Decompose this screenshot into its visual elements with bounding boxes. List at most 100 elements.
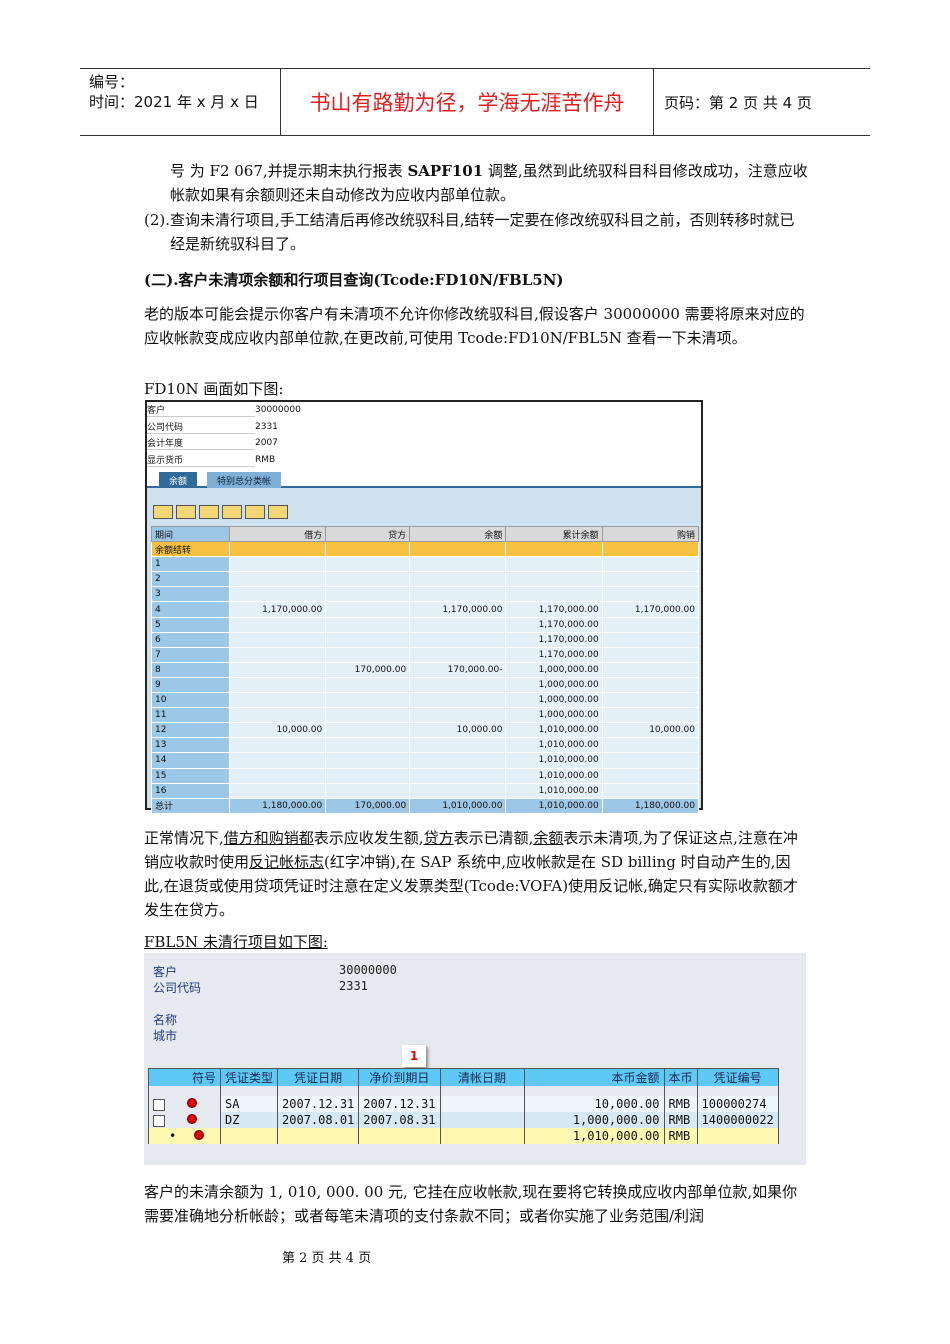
cell: 7 [151, 646, 230, 663]
column-header: 余额 [409, 525, 507, 543]
cell: 12 [151, 722, 230, 739]
find-icon[interactable] [176, 505, 196, 519]
table-row[interactable]: 4 1,170,000.00 1,170,000.00 1,170,000.00 1,1… [151, 601, 700, 618]
cell [228, 556, 327, 573]
export-icon[interactable] [199, 505, 219, 519]
chart-icon[interactable] [245, 505, 265, 519]
row-checkbox[interactable] [153, 1098, 165, 1111]
cell: 1,170,000.00 [505, 646, 603, 663]
cell [325, 692, 411, 709]
cell: RMB [663, 1112, 698, 1128]
field-row: 显示货币 RMB [147, 452, 275, 468]
table-row[interactable]: 9 1,000,000.00 [151, 676, 700, 694]
cell: 1,170,000.00 [505, 616, 603, 633]
cell [439, 1096, 525, 1112]
cell: 170,000.00 [325, 661, 411, 678]
cell [277, 1128, 360, 1144]
cell: 3 [151, 586, 230, 603]
table-row[interactable]: 10 1,000,000.00 [151, 692, 700, 709]
layout-icon[interactable] [222, 505, 242, 519]
cell [409, 782, 507, 799]
cell [325, 631, 411, 648]
cell [228, 586, 327, 603]
cell [325, 556, 411, 573]
cell: 170,000.00 [325, 797, 411, 814]
cell: 13 [151, 737, 230, 754]
field-label: 公司代码 [147, 420, 255, 434]
cell: 5 [151, 616, 230, 633]
tab-0[interactable]: 余额 [159, 472, 198, 488]
cell [228, 661, 327, 678]
toolbar [153, 505, 288, 519]
paragraph: 客户的未清余额为 1, 010, 000. 00 元, 它挂在应收帐款,现在要将… [144, 1183, 798, 1225]
table-row[interactable]: 11 1,000,000.00 [151, 707, 700, 724]
cell: 8 [151, 661, 230, 678]
red-status-icon [187, 1098, 197, 1108]
cell [409, 541, 507, 558]
field-value: 2331 [255, 421, 278, 432]
table-row[interactable]: 14 1,010,000.00 [151, 752, 700, 769]
column-header: 清帐日期 [439, 1068, 525, 1086]
page-header: 编号： 时间：2021 年 x 月 x 日 书山有路勤为径，学海无涯苦作舟 页码：… [80, 68, 870, 136]
cell [601, 782, 700, 799]
label: 名称 [153, 1013, 178, 1027]
column-header: 贷方 [325, 525, 411, 543]
table-row[interactable]: SA 2007.12.31 2007.12.31 10,000.00 RMB 100000… [148, 1096, 779, 1112]
cell [409, 737, 507, 754]
table-row[interactable]: DZ 2007.08.01 2007.08.31 1,000,000.00 RMB 140… [148, 1112, 779, 1128]
cell [228, 782, 327, 799]
motto: 书山有路勤为径，学海无涯苦作舟 [281, 69, 654, 135]
cell [228, 631, 327, 648]
cell: 10,000.00 [523, 1096, 665, 1112]
cell: 2007.12.31 [358, 1096, 441, 1112]
cell [505, 571, 603, 588]
table-row[interactable]: 5 1,170,000.00 [151, 616, 700, 633]
field-value: 30000000 [255, 405, 301, 415]
cell: 1,000,000.00 [505, 692, 603, 709]
table-row[interactable]: 7 1,170,000.00 [151, 646, 700, 663]
fd10n-screenshot: 客户 30000000 公司代码 2331 会计年度 2007 显示货币 RMB 余额 特别总分类… [145, 400, 703, 814]
cell: 10,000.00 [228, 722, 327, 739]
cell [601, 661, 700, 678]
cell [219, 1128, 279, 1144]
table-row[interactable]: 12 10,000.00 10,000.00 1,010,000.00 10,000.0… [151, 722, 700, 739]
info-icon[interactable] [268, 505, 288, 519]
cell [601, 586, 700, 603]
cell: 10,000.00 [409, 722, 507, 739]
cell [325, 601, 411, 618]
table-row[interactable]: 13 1,010,000.00 [151, 737, 700, 754]
table-row[interactable]: 1 [151, 556, 700, 573]
cell [228, 541, 327, 558]
column-header: 本币金额 [523, 1068, 665, 1086]
cell: 4 [151, 601, 230, 618]
total-marker: • [169, 1129, 177, 1143]
column-header: 本币 [663, 1068, 698, 1086]
red-status-icon [194, 1130, 205, 1140]
table-row[interactable]: 3 [151, 586, 700, 603]
table-row[interactable]: 总计 1,180,000.00 170,000.00 1,010,000.00 1,01… [151, 797, 700, 814]
table-row[interactable]: 16 1,010,000.00 [151, 782, 700, 799]
table-row[interactable]: 余额结转 [151, 541, 700, 558]
column-header: 符号 [148, 1068, 221, 1086]
cell: 1,170,000.00 [409, 601, 507, 618]
cell: 170,000.00- [409, 661, 507, 678]
row-checkbox[interactable] [153, 1114, 165, 1127]
cell: 16 [151, 782, 230, 799]
cell: 2007.08.01 [277, 1112, 360, 1128]
table-row[interactable]: 2 [151, 571, 700, 588]
table-row[interactable]: 6 1,170,000.00 [151, 631, 700, 648]
cell [409, 692, 507, 709]
table-row[interactable]: 8 170,000.00 170,000.00- 1,000,000.00 [151, 661, 700, 678]
print-icon[interactable] [153, 505, 173, 519]
cell [409, 586, 507, 603]
cell [601, 556, 700, 573]
cell: 6 [151, 631, 230, 648]
tab-1[interactable]: 特别总分类帐 [207, 472, 282, 488]
cell [228, 707, 327, 724]
table-row[interactable]: 15 1,010,000.00 [151, 767, 700, 784]
field-row: 会计年度 2007 [147, 435, 278, 451]
cell: 100000274 [696, 1096, 779, 1112]
cell [228, 752, 327, 769]
cell [228, 737, 327, 754]
table-row[interactable]: • 1,010,000.00 RMB [148, 1128, 779, 1144]
